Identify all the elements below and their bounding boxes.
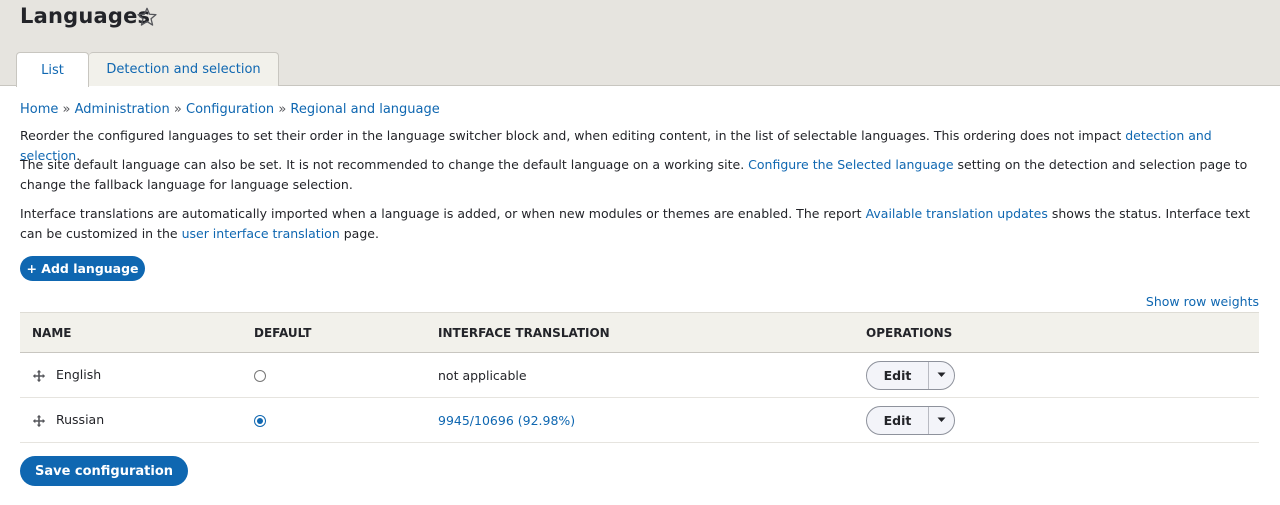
default-radio-english[interactable]	[254, 370, 266, 382]
operations-cell: Edit	[854, 397, 1259, 443]
operations-dropbutton: Edit	[866, 360, 955, 390]
dropbutton-toggle[interactable]	[929, 407, 954, 434]
breadcrumb-regional-and-language[interactable]: Regional and language	[290, 102, 439, 117]
configure-selected-language-link[interactable]: Configure the Selected language	[748, 157, 953, 172]
caret-down-icon	[937, 372, 946, 377]
page-title: Languages	[20, 4, 151, 28]
breadcrumb-separator: »	[62, 102, 75, 117]
default-radio-russian[interactable]	[254, 415, 266, 427]
column-header-default: DEFAULT	[242, 312, 426, 353]
languages-table: NAME DEFAULT INTERFACE TRANSLATION OPERA…	[20, 312, 1259, 443]
breadcrumb-separator: »	[278, 102, 291, 117]
language-name: English	[56, 367, 102, 383]
default-cell	[242, 397, 426, 443]
show-row-weights-link[interactable]: Show row weights	[1146, 294, 1259, 309]
description-text: The site default language can also be se…	[20, 157, 749, 172]
breadcrumb-configuration[interactable]: Configuration	[186, 102, 274, 117]
description-paragraph-default: The site default language can also be se…	[20, 155, 1265, 194]
page-header: Languages List Detection and selection	[0, 0, 1280, 87]
available-translation-updates-link[interactable]: Available translation updates	[866, 206, 1048, 221]
edit-button[interactable]: Edit	[867, 361, 929, 389]
caret-down-icon	[937, 417, 946, 422]
description-text: page.	[339, 225, 379, 241]
description-paragraph-translations: Interface translations are automatically…	[20, 204, 1265, 243]
edit-button[interactable]: Edit	[867, 406, 929, 434]
breadcrumb: Home » Administration » Configuration » …	[20, 102, 440, 117]
translation-status-link[interactable]: 9945/10696 (92.98%)	[438, 413, 575, 428]
user-interface-translation-link[interactable]: user interface translation	[182, 226, 340, 241]
add-language-button[interactable]: + Add language	[20, 256, 145, 281]
translation-cell: not applicable	[426, 352, 854, 398]
language-name: Russian	[56, 412, 105, 428]
default-cell	[242, 352, 426, 398]
description-text: Reorder the configured languages to set …	[20, 128, 1126, 143]
table-row: English not applicable Edit	[20, 352, 1259, 398]
column-header-interface-translation: INTERFACE TRANSLATION	[426, 312, 854, 353]
column-header-operations: OPERATIONS	[854, 312, 1259, 353]
drag-handle-icon[interactable]	[32, 369, 46, 383]
translation-cell: 9945/10696 (92.98%)	[426, 397, 854, 443]
operations-cell: Edit	[854, 352, 1259, 398]
table-header-row: NAME DEFAULT INTERFACE TRANSLATION OPERA…	[20, 312, 1259, 353]
breadcrumb-home[interactable]: Home	[20, 102, 58, 117]
breadcrumb-administration[interactable]: Administration	[75, 102, 170, 117]
save-configuration-button[interactable]: Save configuration	[20, 456, 188, 486]
language-name-cell: English	[20, 352, 242, 398]
tab-detection-and-selection[interactable]: Detection and selection	[89, 52, 279, 86]
operations-dropbutton: Edit	[866, 405, 955, 435]
star-icon[interactable]	[136, 6, 158, 28]
language-name-cell: Russian	[20, 397, 242, 443]
description-text: Interface translations are automatically…	[20, 206, 866, 221]
tab-list[interactable]: List	[16, 52, 89, 87]
drag-handle-icon[interactable]	[32, 414, 46, 428]
table-row: Russian 9945/10696 (92.98%) Edit	[20, 397, 1259, 443]
breadcrumb-separator: »	[173, 102, 186, 117]
column-header-name: NAME	[20, 312, 242, 353]
dropbutton-toggle[interactable]	[929, 362, 954, 389]
